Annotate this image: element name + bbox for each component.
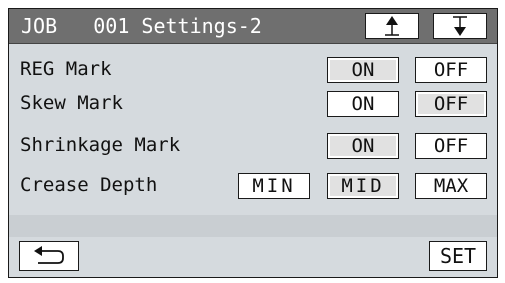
settings-screen: JOB 001 Settings-2 REG Mark ON OFF Skew … — [8, 8, 498, 278]
footer-divider — [9, 215, 497, 237]
skew-mark-label: Skew Mark — [20, 92, 123, 114]
reg-mark-on-button[interactable]: ON — [327, 57, 399, 83]
shrinkage-mark-label: Shrinkage Mark — [20, 134, 181, 156]
set-button[interactable]: SET — [429, 241, 487, 271]
scroll-up-icon — [385, 16, 399, 36]
title-bar: JOB 001 Settings-2 — [9, 9, 497, 44]
skew-mark-off-button[interactable]: OFF — [415, 91, 487, 117]
reg-mark-label: REG Mark — [20, 58, 112, 80]
return-icon — [34, 246, 64, 264]
scroll-down-icon — [453, 16, 467, 36]
scroll-up-button[interactable] — [365, 13, 419, 39]
page-title: JOB 001 Settings-2 — [21, 14, 262, 38]
crease-depth-min-button[interactable]: MIN — [238, 173, 310, 199]
reg-mark-off-button[interactable]: OFF — [415, 57, 487, 83]
skew-mark-on-button[interactable]: ON — [327, 91, 399, 117]
crease-depth-label: Crease Depth — [20, 174, 158, 196]
scroll-down-button[interactable] — [433, 13, 487, 39]
crease-depth-max-button[interactable]: MAX — [415, 173, 487, 199]
shrinkage-mark-off-button[interactable]: OFF — [415, 133, 487, 159]
shrinkage-mark-on-button[interactable]: ON — [327, 133, 399, 159]
crease-depth-mid-button[interactable]: MID — [327, 173, 399, 199]
back-button[interactable] — [19, 241, 79, 271]
